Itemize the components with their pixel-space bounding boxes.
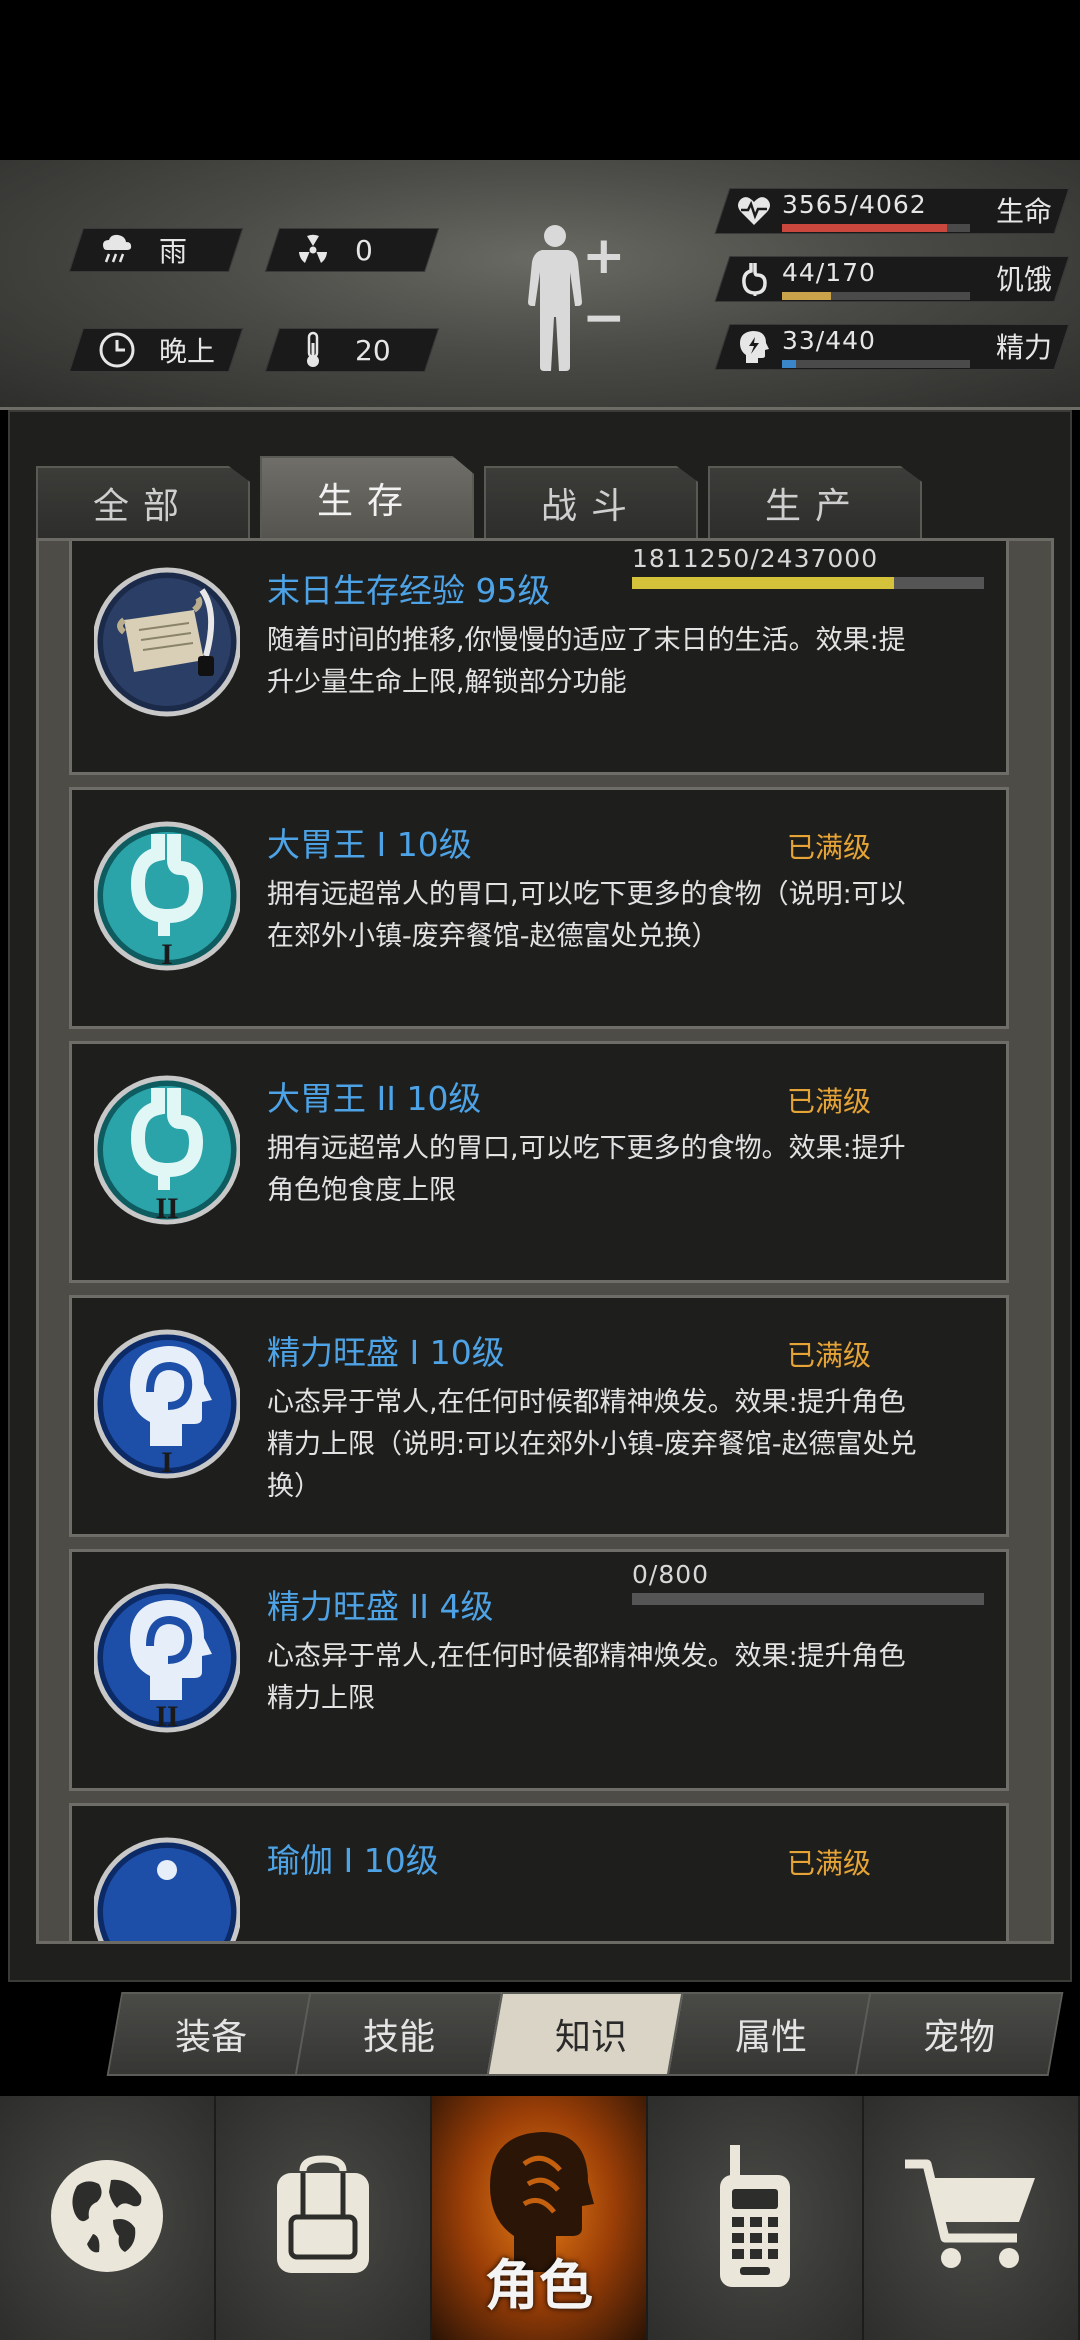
svg-text:I: I xyxy=(161,1446,173,1479)
subtab-attributes[interactable]: 属性 xyxy=(666,1992,876,2076)
nav-character[interactable]: 角色 xyxy=(432,2096,648,2340)
skill-desc: 心态异于常人,在任何时候都精神焕发。效果:提升角色精力上限（说明:可以在郊外小镇… xyxy=(267,1387,917,1502)
skill-progress: 0/800 xyxy=(632,1560,984,1605)
heart-icon xyxy=(734,191,774,231)
max-level-badge: 已满级 xyxy=(787,1847,872,1880)
health-bar xyxy=(782,224,970,232)
backpack-icon xyxy=(263,2151,383,2285)
health-value: 3565/4062 xyxy=(782,190,927,219)
tab-all[interactable]: 全部 xyxy=(36,466,250,538)
skill-card-energetic-2[interactable]: II 精力旺盛 II 4级 0/800 心态异于常人,在任何时候都精神焕发。效果… xyxy=(69,1549,1009,1791)
nav-character-label: 角色 xyxy=(485,2254,593,2317)
bottom-nav: 角色 xyxy=(0,2096,1080,2340)
nav-world[interactable] xyxy=(0,2096,216,2340)
stomach-i-icon: I xyxy=(92,814,242,988)
max-level-badge: 已满级 xyxy=(787,1339,872,1372)
plus-icon[interactable]: + xyxy=(582,226,626,286)
hunger-bar xyxy=(782,292,970,300)
skill-progress-bar xyxy=(632,577,984,589)
hunger-value: 44/170 xyxy=(782,258,876,287)
yoga-icon xyxy=(92,1830,242,1941)
skill-title: 精力旺盛 I 10级 xyxy=(267,1333,505,1372)
time-chip: 晚上 xyxy=(68,328,244,372)
temperature-text: 20 xyxy=(355,333,391,367)
minus-icon[interactable]: − xyxy=(582,288,626,348)
skill-title: 大胃王 II 10级 xyxy=(267,1079,482,1118)
globe-icon xyxy=(47,2156,167,2280)
nav-shop[interactable] xyxy=(864,2096,1080,2340)
time-text: 晚上 xyxy=(159,335,216,368)
energy-bar xyxy=(782,360,970,368)
nav-radio[interactable] xyxy=(648,2096,864,2340)
skill-title: 大胃王 I 10级 xyxy=(267,825,472,864)
hunger-label: 饥饿 xyxy=(995,263,1052,296)
radiation-text: 0 xyxy=(355,233,373,267)
skill-card-yoga[interactable]: 瑜伽 I 10级 已满级 xyxy=(69,1803,1009,1941)
stomach-ii-icon: II xyxy=(92,1068,242,1242)
skill-card-big-eater-1[interactable]: I 大胃王 I 10级 已满级 拥有远超常人的胃口,可以吃下更多的食物（说明:可… xyxy=(69,787,1009,1029)
tab-production[interactable]: 生产 xyxy=(708,466,922,538)
skill-title: 瑜伽 I 10级 xyxy=(267,1841,439,1880)
energy-value: 33/440 xyxy=(782,326,876,355)
svg-text:II: II xyxy=(155,1700,178,1733)
head-i-icon: I xyxy=(92,1322,242,1496)
subtab-knowledge[interactable]: 知识 xyxy=(486,1992,696,2076)
category-tabs: 全部 生存 战斗 生产 xyxy=(36,456,922,538)
nav-inventory[interactable] xyxy=(216,2096,432,2340)
max-level-badge: 已满级 xyxy=(787,1085,872,1118)
brain-icon xyxy=(734,327,774,367)
knowledge-panel: 全部 生存 战斗 生产 末日生存经验 95级 1811250/2437000 随… xyxy=(8,410,1072,1982)
cart-icon xyxy=(901,2156,1041,2280)
skill-title: 精力旺盛 II 4级 xyxy=(267,1587,494,1626)
skill-desc: 拥有远超常人的胃口,可以吃下更多的食物（说明:可以在郊外小镇-废弃餐馆-赵德富处… xyxy=(267,879,906,952)
skill-progress: 1811250/2437000 xyxy=(632,544,984,589)
skill-card-survival-experience[interactable]: 末日生存经验 95级 1811250/2437000 随着时间的推移,你慢慢的适… xyxy=(69,541,1009,775)
skill-progress-bar xyxy=(632,1593,984,1605)
radiation-chip: 0 xyxy=(264,228,440,272)
svg-text:II: II xyxy=(155,1192,178,1225)
skill-desc: 心态异于常人,在任何时候都精神焕发。效果:提升角色精力上限 xyxy=(267,1641,906,1714)
skill-progress-text: 1811250/2437000 xyxy=(632,544,879,573)
head-ii-icon: II xyxy=(92,1576,242,1750)
health-stat: 3565/4062 生命 xyxy=(714,188,1070,234)
tab-survival[interactable]: 生存 xyxy=(260,456,474,538)
temperature-chip: 20 xyxy=(264,328,440,372)
skill-desc: 拥有远超常人的胃口,可以吃下更多的食物。效果:提升角色饱食度上限 xyxy=(267,1133,906,1206)
svg-text:I: I xyxy=(161,938,173,971)
energy-label: 精力 xyxy=(995,331,1052,364)
stomach-icon xyxy=(734,259,774,299)
skill-card-big-eater-2[interactable]: II 大胃王 II 10级 已满级 拥有远超常人的胃口,可以吃下更多的食物。效果… xyxy=(69,1041,1009,1283)
clock-icon xyxy=(97,330,137,370)
subtab-equipment[interactable]: 装备 xyxy=(106,1992,316,2076)
character-sub-tabs: 装备 技能 知识 属性 宠物 xyxy=(106,1992,1064,2076)
scroll-icon xyxy=(92,560,242,734)
radiation-icon xyxy=(293,230,333,270)
weather-text: 雨 xyxy=(159,235,188,268)
subtab-skills[interactable]: 技能 xyxy=(294,1992,504,2076)
status-panel: 雨 0 晚上 20 + − 3565/4062 生命 44/170 饥饿 33/… xyxy=(0,160,1080,410)
tab-combat[interactable]: 战斗 xyxy=(484,466,698,538)
weather-chip: 雨 xyxy=(68,228,244,272)
skill-card-energetic-1[interactable]: I 精力旺盛 I 10级 已满级 心态异于常人,在任何时候都精神焕发。效果:提升… xyxy=(69,1295,1009,1537)
rain-icon xyxy=(97,230,137,270)
subtab-pets[interactable]: 宠物 xyxy=(854,1992,1064,2076)
health-label: 生命 xyxy=(995,195,1052,228)
skill-list[interactable]: 末日生存经验 95级 1811250/2437000 随着时间的推移,你慢慢的适… xyxy=(36,538,1054,1944)
thermometer-icon xyxy=(293,330,333,370)
skill-desc: 随着时间的推移,你慢慢的适应了末日的生活。效果:提升少量生命上限,解锁部分功能 xyxy=(267,625,906,698)
skill-title: 末日生存经验 95级 xyxy=(267,571,551,610)
energy-stat: 33/440 精力 xyxy=(714,324,1070,370)
skill-progress-text: 0/800 xyxy=(632,1560,710,1589)
walkie-talkie-icon xyxy=(710,2141,800,2295)
max-level-badge: 已满级 xyxy=(787,831,872,864)
hunger-stat: 44/170 饥饿 xyxy=(714,256,1070,302)
